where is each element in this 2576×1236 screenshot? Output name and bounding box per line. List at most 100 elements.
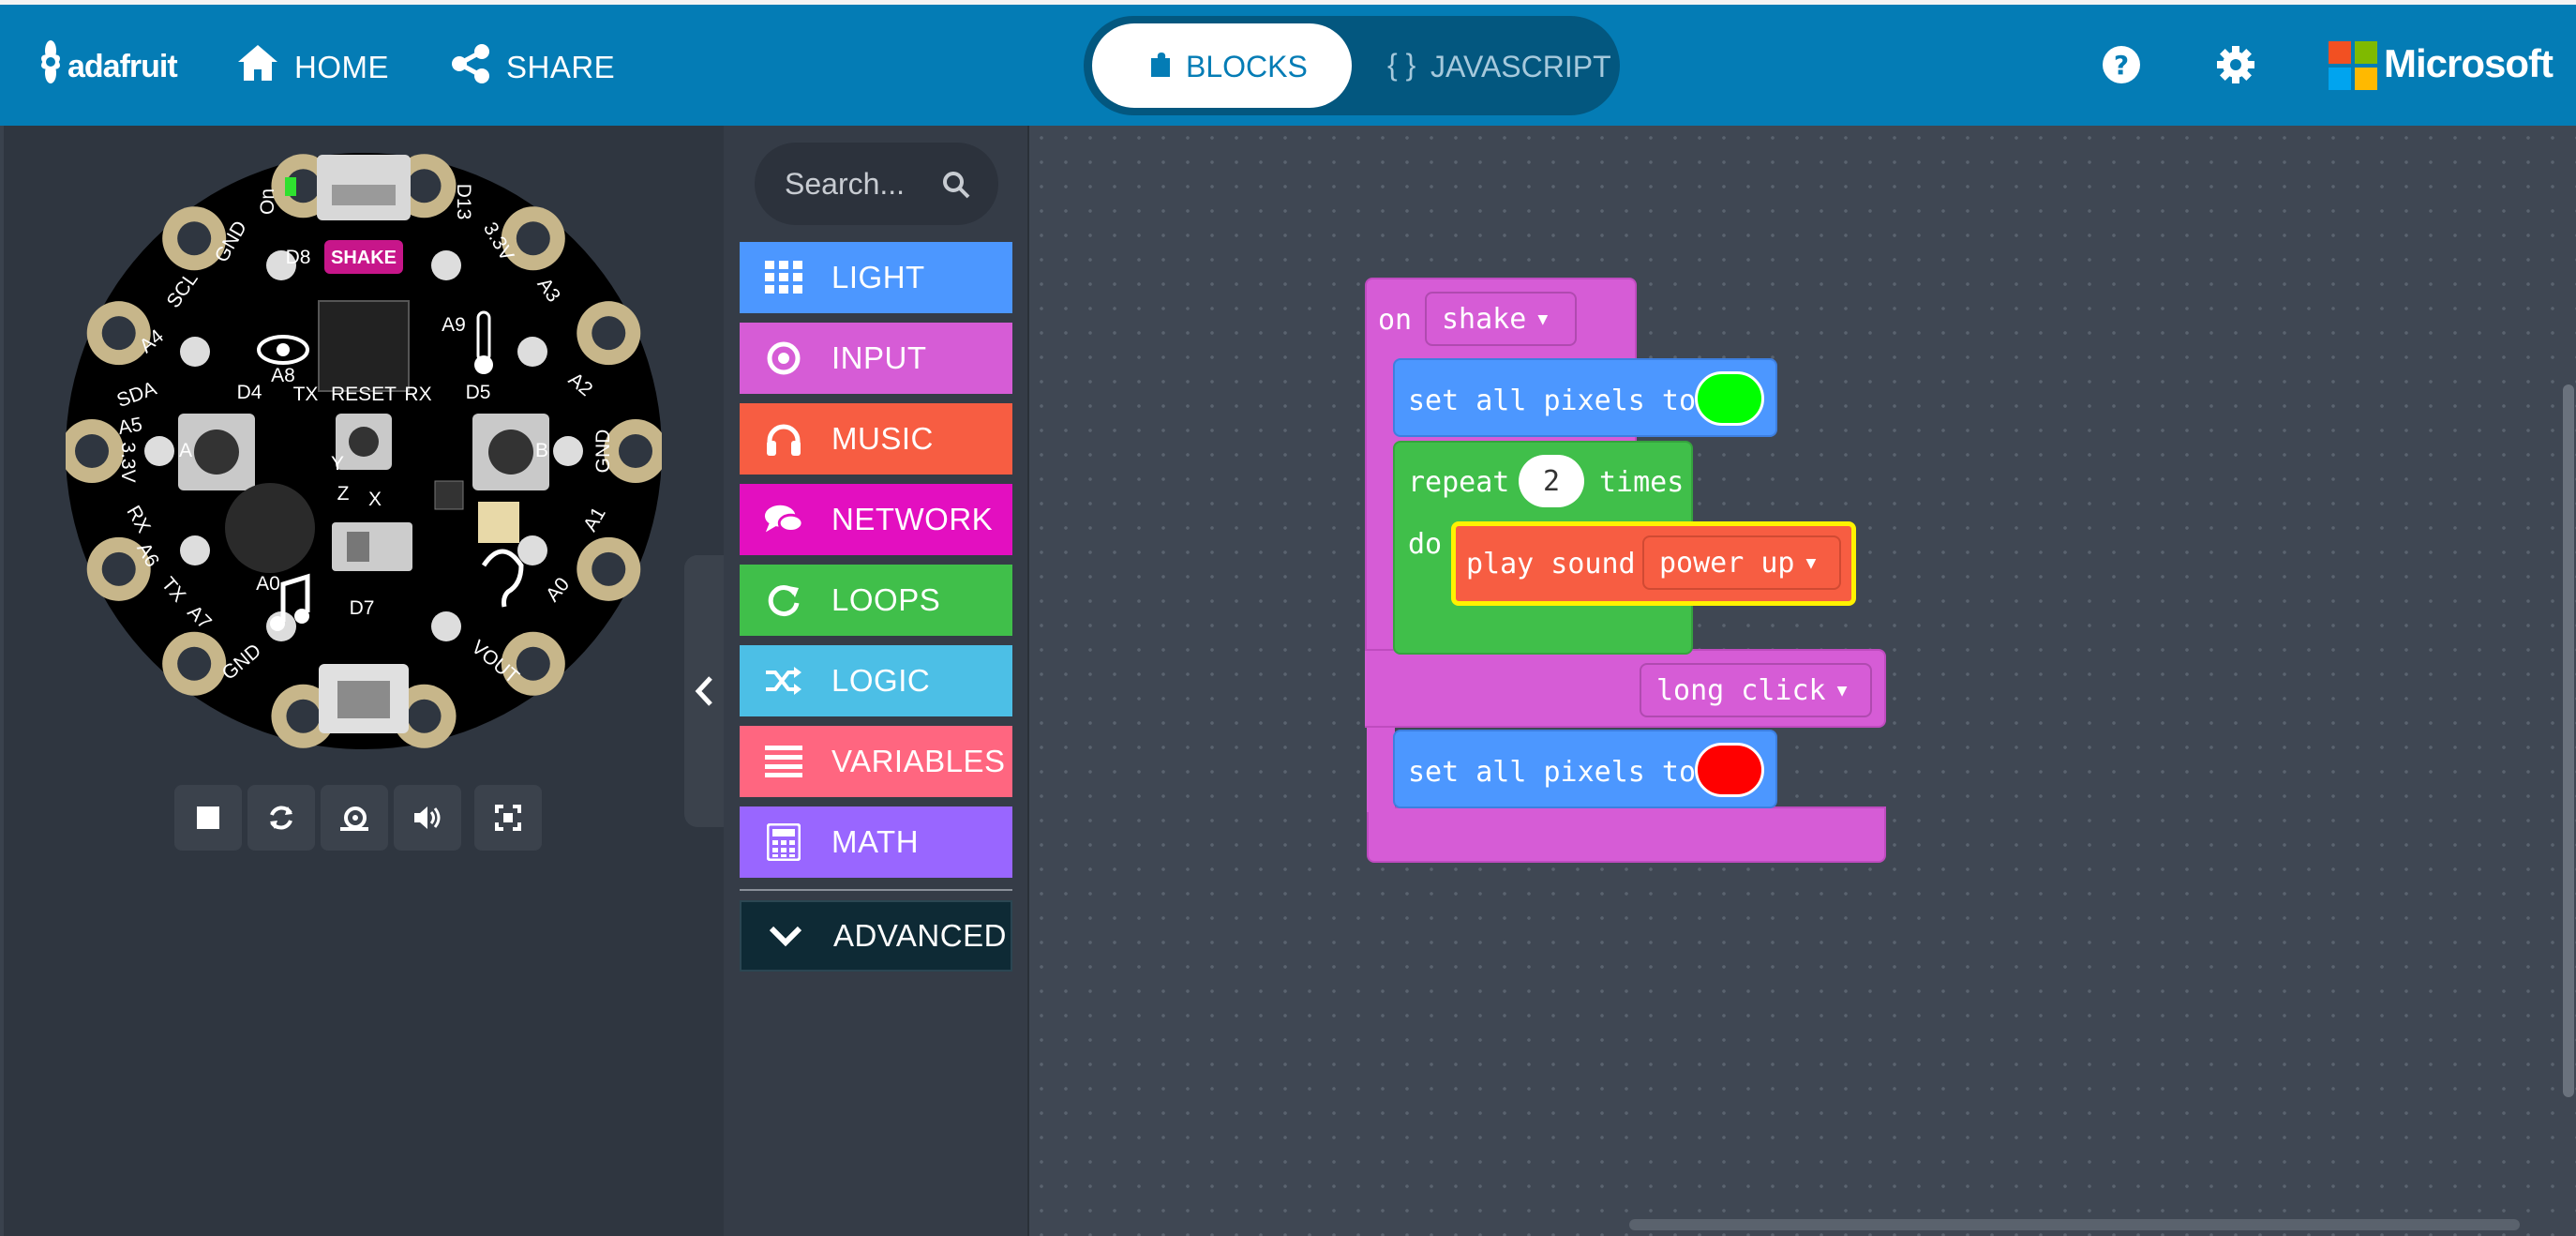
pin-hole	[177, 646, 212, 681]
pin-hole	[516, 221, 550, 256]
help-icon[interactable]: ?	[2102, 45, 2141, 84]
pin-hole	[75, 434, 109, 468]
microsoft-brand-label[interactable]: Microsoft	[2384, 41, 2554, 86]
times-label: times	[1599, 466, 1685, 499]
sensor-pad	[478, 502, 519, 543]
pin-hole	[592, 551, 626, 586]
category-light[interactable]: LIGHT	[740, 242, 1012, 313]
chevron-down-icon	[766, 916, 805, 956]
board-label-on: On	[257, 188, 278, 215]
category-label: LOGIC	[831, 663, 931, 698]
board-label-d4: D4	[237, 382, 262, 403]
board-label-a8: A8	[271, 365, 295, 386]
slow-motion-button[interactable]	[321, 785, 388, 851]
board-label-v33-l: 3.3V	[117, 442, 139, 482]
loop-arrow-icon	[764, 580, 803, 620]
chevron-left-icon	[695, 676, 712, 706]
search-box[interactable]	[755, 143, 998, 225]
grid-icon	[764, 258, 803, 297]
javascript-tab[interactable]: JAVASCRIPT	[1430, 50, 1611, 84]
category-math[interactable]: MATH	[740, 806, 1012, 878]
pin-hole	[101, 551, 136, 586]
board-label-a9: A9	[442, 314, 466, 336]
circuit-playground-board[interactable]: SHAKE On D13GND D8 3.3VSCL A3A4A9A8SDA A2A5D4…	[66, 153, 662, 749]
share-icon[interactable]	[450, 43, 491, 84]
board-label-x: X	[368, 489, 382, 510]
long-click-event-footer	[1367, 806, 1886, 863]
board-label-d5: D5	[466, 382, 491, 403]
category-input[interactable]: INPUT	[740, 323, 1012, 394]
dropdown-caret-icon: ▼	[1805, 552, 1817, 573]
category-label: VARIABLES	[831, 744, 1006, 778]
board-label-btn-b: B	[535, 440, 548, 461]
restart-icon	[270, 806, 292, 830]
pin-hole	[516, 646, 550, 681]
event-dropdown[interactable]: shake ▼	[1425, 292, 1577, 346]
category-label: MUSIC	[831, 421, 934, 456]
board-label-rx-top: RX	[404, 384, 431, 405]
board-label-tx-top: TX	[293, 384, 319, 405]
blocks-tab-label[interactable]: BLOCKS	[1186, 50, 1308, 84]
repeat-label: repeat	[1408, 466, 1510, 499]
board-label-d7: D7	[350, 597, 375, 619]
category-variables[interactable]: VARIABLES	[740, 726, 1012, 797]
headphones-icon	[764, 419, 803, 459]
slide-switch[interactable]	[332, 522, 412, 571]
board-label-d8: D8	[286, 247, 311, 268]
calculator-icon	[764, 822, 803, 862]
category-network[interactable]: NETWORK	[740, 484, 1012, 555]
play-sound-label: play sound	[1466, 548, 1636, 580]
color-picker-green[interactable]	[1695, 371, 1764, 426]
settings-gear-icon[interactable]	[2216, 45, 2255, 84]
svg-text:?: ?	[2114, 50, 2129, 81]
category-music[interactable]: MUSIC	[740, 403, 1012, 475]
microcontroller-chip	[318, 300, 410, 392]
board-label-d13: D13	[453, 184, 474, 220]
repeat-count-input[interactable]: 2	[1519, 455, 1584, 507]
category-logic[interactable]: LOGIC	[740, 645, 1012, 716]
sound-button[interactable]	[394, 785, 461, 851]
microsoft-logo-icon[interactable]	[2329, 41, 2377, 90]
category-loops[interactable]: LOOPS	[740, 565, 1012, 636]
restart-button[interactable]	[247, 785, 315, 851]
share-button[interactable]: SHARE	[506, 50, 615, 85]
speaker	[225, 483, 315, 573]
search-icon[interactable]	[942, 171, 970, 199]
slow-motion-icon	[340, 806, 368, 831]
board-label-gnd-r: GND	[592, 430, 614, 474]
board-label-y: Y	[331, 453, 344, 475]
color-picker-red[interactable]	[1695, 743, 1764, 797]
category-label: LIGHT	[831, 260, 925, 294]
home-icon[interactable]	[236, 43, 279, 83]
pin-hole	[407, 699, 442, 733]
dropdown-caret-icon: ▼	[1537, 309, 1549, 329]
advanced-label: ADVANCED	[833, 918, 1007, 953]
home-button[interactable]: HOME	[294, 50, 389, 85]
collapse-simulator-button[interactable]	[684, 555, 724, 827]
list-lines-icon	[764, 742, 803, 781]
workspace-horizontal-scrollbar[interactable]	[1629, 1219, 2520, 1230]
category-label: NETWORK	[831, 502, 994, 536]
advanced-divider	[740, 889, 1012, 891]
set-all-pixels-label-2: set all pixels to	[1408, 756, 1697, 789]
stop-button[interactable]	[174, 785, 242, 851]
advanced-button[interactable]: ADVANCED	[740, 900, 1012, 972]
search-input[interactable]	[785, 143, 944, 225]
board-label-btn-a: A	[179, 440, 192, 461]
adafruit-logo-icon[interactable]	[32, 39, 69, 84]
on-label: on	[1378, 304, 1413, 337]
adafruit-logo-text[interactable]: adafruit	[67, 49, 178, 85]
board-label-reset: RESET	[331, 384, 397, 405]
do-label: do	[1408, 528, 1443, 561]
set-all-pixels-label: set all pixels to	[1408, 384, 1697, 417]
long-click-dropdown[interactable]: long click ▼	[1640, 663, 1872, 717]
workspace-vertical-scrollbar[interactable]	[2563, 384, 2574, 1097]
fullscreen-button[interactable]	[474, 785, 542, 851]
pin-hole	[177, 221, 212, 256]
sound-dropdown-value: power up	[1659, 546, 1795, 580]
category-label: INPUT	[831, 340, 927, 375]
category-label: LOOPS	[831, 582, 941, 617]
target-icon	[764, 339, 803, 378]
board-label-z: Z	[337, 483, 350, 505]
sound-dropdown[interactable]: power up ▼	[1642, 535, 1841, 590]
